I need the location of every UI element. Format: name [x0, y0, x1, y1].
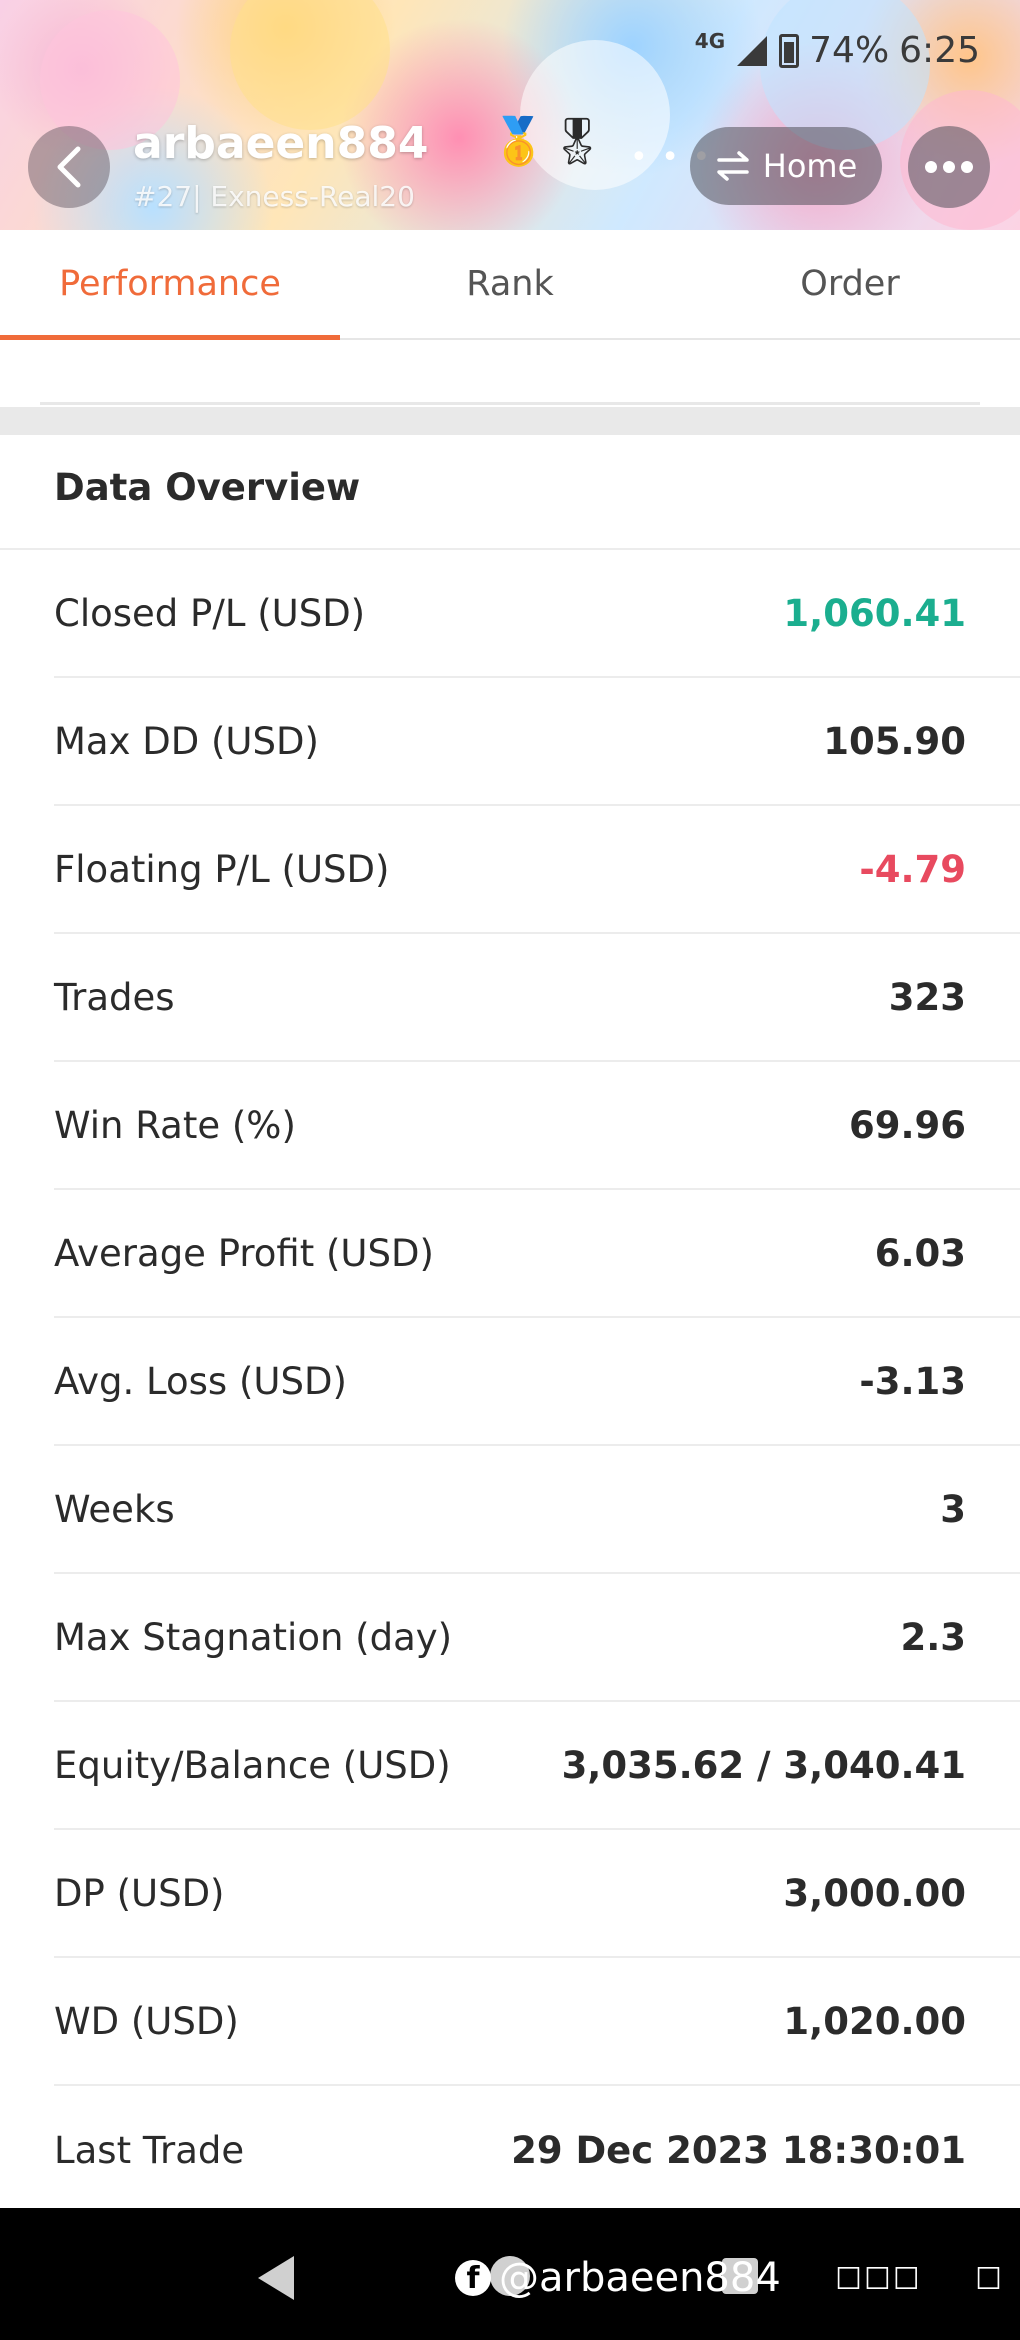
row-dp: DP (USD) 3,000.00	[54, 1830, 1020, 1958]
row-label: Avg. Loss (USD)	[54, 1359, 347, 1403]
divider	[40, 402, 980, 405]
swap-icon	[717, 151, 749, 181]
tab-rank[interactable]: Rank	[340, 230, 680, 338]
row-value: 3,035.62 / 3,040.41	[561, 1743, 966, 1787]
row-avg-loss: Avg. Loss (USD) -3.13	[54, 1318, 1020, 1446]
row-value: 29 Dec 2023 18:30:01	[511, 2128, 966, 2172]
clock: 6:25	[899, 30, 980, 71]
row-value: 2.3	[900, 1615, 966, 1659]
nav-back-icon[interactable]	[258, 2256, 294, 2300]
profile-header: 4G 74% 6:25 arbaeen884 #27| Exness-Real2…	[0, 0, 1020, 230]
section-title: Data Overview	[54, 466, 361, 509]
row-label: Closed P/L (USD)	[54, 591, 366, 635]
row-label: Last Trade	[54, 2128, 245, 2172]
network-indicator: 4G	[694, 28, 726, 53]
more-options-button[interactable]	[908, 126, 990, 208]
battery-level: 74%	[809, 30, 890, 71]
row-value: 105.90	[823, 719, 966, 763]
username: arbaeen884	[133, 118, 429, 169]
row-last-trade: Last Trade 29 Dec 2023 18:30:01	[54, 2086, 1020, 2214]
row-label: Max DD (USD)	[54, 719, 319, 763]
row-value: 1,060.41	[783, 591, 966, 635]
signal-icon	[737, 35, 768, 66]
row-label: Average Profit (USD)	[54, 1231, 434, 1275]
tab-bar: Performance Rank Order	[0, 230, 1020, 340]
dot-icon	[943, 161, 955, 173]
overview-list: Closed P/L (USD) 1,060.41 Max DD (USD) 1…	[0, 550, 1020, 2214]
row-weeks: Weeks 3	[54, 1446, 1020, 1574]
row-value: 3,000.00	[783, 1871, 966, 1915]
watermark-text: @arbaeen884	[499, 2255, 781, 2301]
facebook-icon: f	[455, 2260, 491, 2296]
back-button[interactable]	[28, 126, 110, 208]
row-value: 1,020.00	[783, 1999, 966, 2043]
row-label: WD (USD)	[54, 1999, 239, 2043]
chevron-left-icon	[57, 146, 81, 188]
tab-order[interactable]: Order	[680, 230, 1020, 338]
row-label: Trades	[54, 975, 175, 1019]
status-bar: 4G 74% 6:25	[694, 28, 980, 72]
nav-keys-icon[interactable]: ☐☐☐	[835, 2262, 922, 2297]
account-subtitle: #27| Exness-Real20	[133, 180, 415, 213]
dot-icon	[925, 161, 937, 173]
gold-medal-icon: 🥇	[490, 114, 548, 168]
row-value: 323	[888, 975, 966, 1019]
row-label: Floating P/L (USD)	[54, 847, 390, 891]
row-max-dd: Max DD (USD) 105.90	[54, 678, 1020, 806]
battery-icon	[779, 33, 800, 68]
row-label: DP (USD)	[54, 1871, 225, 1915]
row-value: 69.96	[848, 1103, 966, 1147]
watermark: f @arbaeen884	[455, 2255, 781, 2301]
row-value: 3	[940, 1487, 966, 1531]
row-trades: Trades 323	[54, 934, 1020, 1062]
nav-keyboard-icon[interactable]: ☐	[975, 2262, 1002, 2297]
home-button[interactable]: Home	[690, 127, 882, 205]
dot-icon	[961, 161, 973, 173]
row-wd: WD (USD) 1,020.00	[54, 1958, 1020, 2086]
military-medal-icon: 🎖	[548, 114, 607, 168]
row-closed-pl: Closed P/L (USD) 1,060.41	[54, 550, 1020, 678]
row-value: -3.13	[859, 1359, 966, 1403]
row-value: 6.03	[874, 1231, 966, 1275]
section-gap	[0, 407, 1020, 435]
row-value: -4.79	[859, 847, 966, 891]
tab-performance[interactable]: Performance	[0, 230, 340, 340]
row-label: Equity/Balance (USD)	[54, 1743, 451, 1787]
row-label: Win Rate (%)	[54, 1103, 296, 1147]
home-button-label: Home	[762, 147, 858, 185]
row-win-rate: Win Rate (%) 69.96	[54, 1062, 1020, 1190]
row-label: Weeks	[54, 1487, 175, 1531]
row-max-stagnation: Max Stagnation (day) 2.3	[54, 1574, 1020, 1702]
row-average-profit: Average Profit (USD) 6.03	[54, 1190, 1020, 1318]
row-label: Max Stagnation (day)	[54, 1615, 453, 1659]
row-equity-balance: Equity/Balance (USD) 3,035.62 / 3,040.41	[54, 1702, 1020, 1830]
row-floating-pl: Floating P/L (USD) -4.79	[54, 806, 1020, 934]
